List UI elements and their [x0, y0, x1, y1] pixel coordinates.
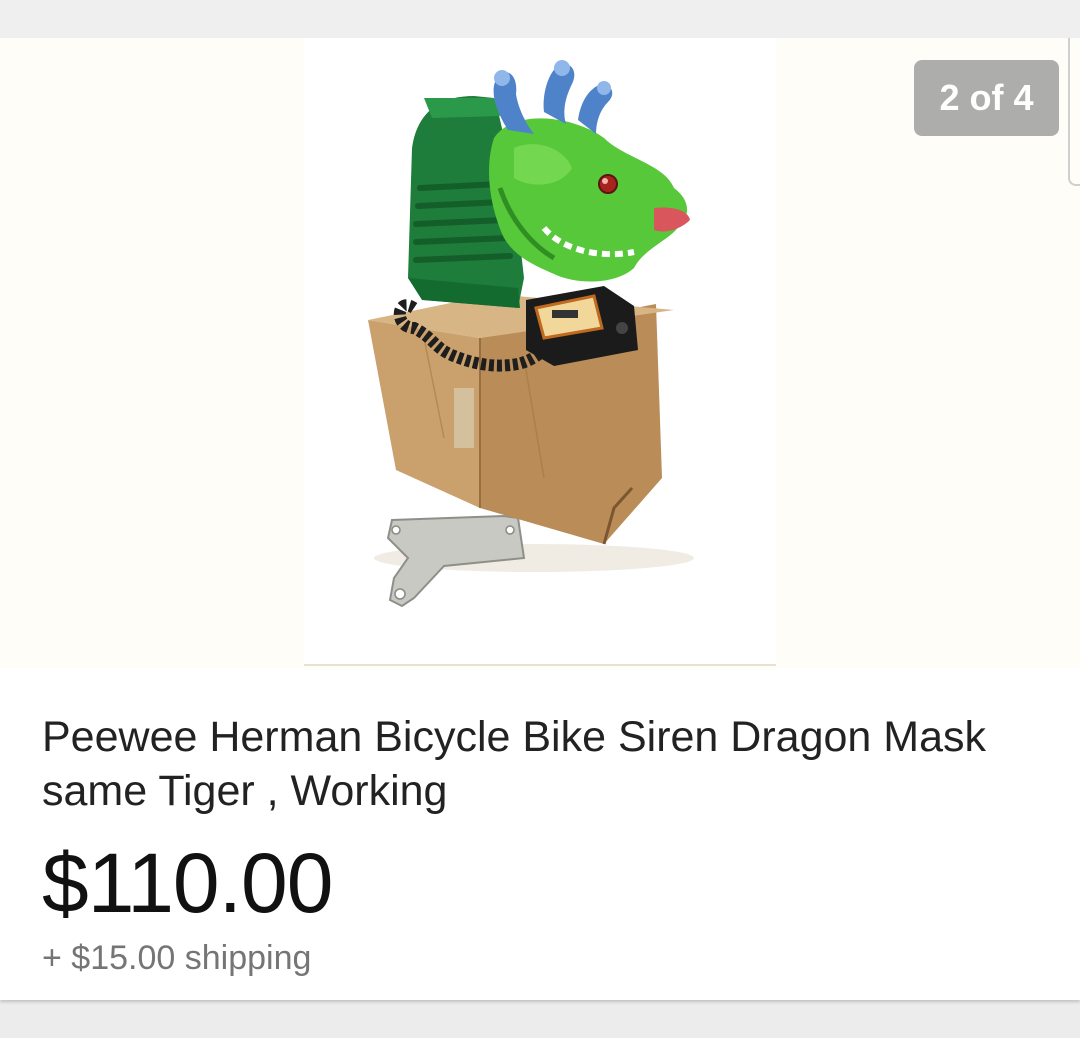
listing-price: $110.00 [42, 836, 333, 930]
image-gallery[interactable]: 2 of 4 [0, 38, 1080, 668]
scroll-indicator [1068, 38, 1080, 186]
listing-card: 2 of 4 Peewee Herman Bicycle Bike Siren … [0, 38, 1080, 1000]
product-photo[interactable] [304, 38, 776, 666]
listing-title: Peewee Herman Bicycle Bike Siren Dragon … [42, 713, 987, 815]
image-counter-badge: 2 of 4 [914, 60, 1059, 136]
image-counter-text: 2 of 4 [939, 77, 1034, 118]
top-strip [0, 0, 1080, 38]
product-photo-illustration [304, 60, 776, 666]
shipping-cost: + $15.00 shipping [42, 939, 312, 977]
